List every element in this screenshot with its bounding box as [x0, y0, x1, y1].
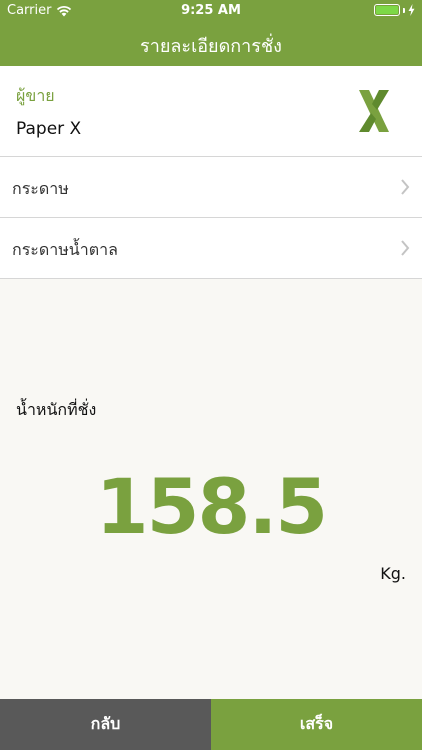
battery-tip: [403, 7, 405, 13]
page-title: รายละเอียดการชั่ง: [140, 36, 282, 57]
back-button[interactable]: กลับ: [0, 699, 211, 750]
battery-level: [376, 6, 398, 14]
status-time: 9:25 AM: [181, 3, 241, 18]
list-item-brown-paper[interactable]: กระดาษน้ำตาล: [0, 218, 422, 279]
paper-x-logo: [359, 90, 389, 132]
weight-value: 158.5: [95, 462, 328, 551]
seller-label: ผู้ขาย: [16, 86, 55, 105]
seller-name: Paper X: [16, 119, 82, 139]
weight-label: น้ำหนักที่ชั่ง: [16, 400, 97, 419]
list-item-label: กระดาษน้ำตาล: [12, 240, 118, 259]
status-bar: Carrier 9:25 AM: [0, 0, 422, 22]
nav-header: Carrier 9:25 AM รายละเอียดการชั่ง: [0, 0, 422, 66]
list-item-paper[interactable]: กระดาษ: [0, 157, 422, 218]
battery-icon: [374, 4, 400, 16]
chevron-right-icon: [401, 240, 410, 256]
status-right: [374, 4, 415, 16]
list-item-label: กระดาษ: [12, 179, 69, 198]
chevron-right-icon: [401, 179, 410, 195]
charging-icon: [408, 4, 415, 16]
seller-section: ผู้ขาย Paper X: [0, 66, 422, 157]
done-button[interactable]: เสร็จ: [211, 699, 422, 750]
weight-unit: Kg.: [380, 564, 406, 583]
